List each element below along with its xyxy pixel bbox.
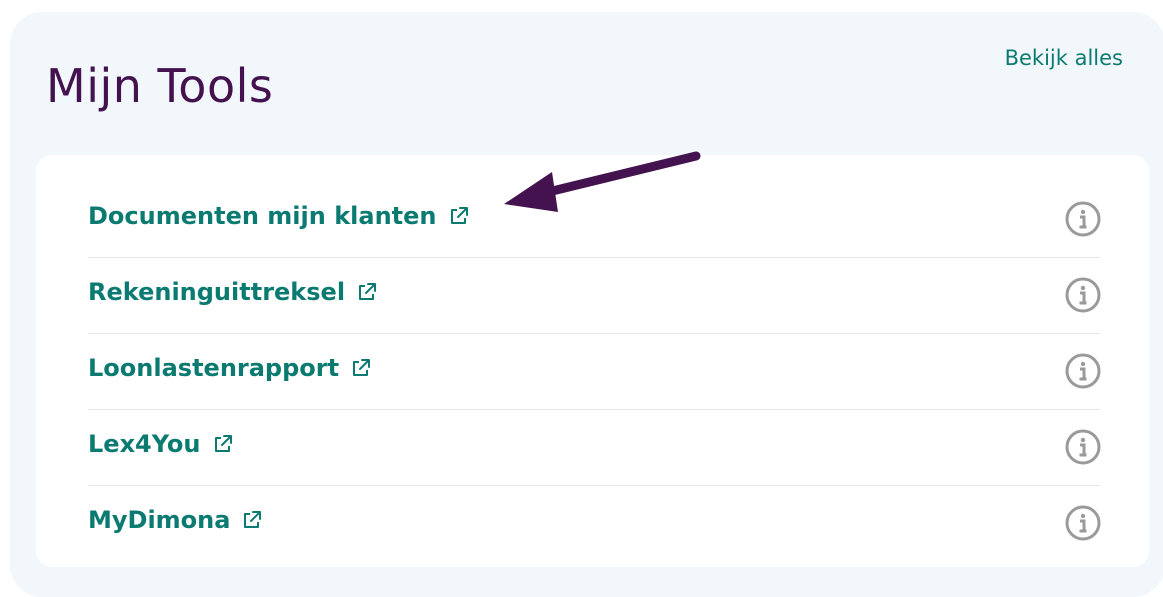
list-item: Rekeninguittreksel	[88, 258, 1102, 334]
tool-link-mydimona[interactable]: MyDimona	[88, 506, 262, 534]
external-link-icon	[244, 511, 262, 528]
page-title: Mijn Tools	[46, 59, 274, 113]
arrow-annotation	[504, 151, 701, 212]
tool-list: Documenten mijn klanten Rekeninguittreks…	[88, 182, 1102, 562]
info-icon[interactable]	[1064, 200, 1102, 238]
info-icon[interactable]	[1064, 276, 1102, 314]
tools-panel: Mijn Tools Bekijk alles Documenten mijn …	[10, 12, 1163, 597]
external-link-icon	[359, 283, 377, 300]
tool-link-loonlastenrapport[interactable]: Loonlastenrapport	[88, 354, 371, 382]
list-item: Lex4You	[88, 410, 1102, 486]
tool-link-rekeninguittreksel[interactable]: Rekeninguittreksel	[88, 278, 377, 306]
tool-label: Documenten mijn klanten	[88, 202, 437, 230]
external-link-icon	[450, 207, 468, 224]
info-icon[interactable]	[1064, 428, 1102, 466]
tool-link-lex4you[interactable]: Lex4You	[88, 430, 233, 458]
view-all-link[interactable]: Bekijk alles	[1005, 46, 1123, 70]
tool-label: Loonlastenrapport	[88, 354, 340, 382]
info-icon[interactable]	[1064, 352, 1102, 390]
list-item: MyDimona	[88, 486, 1102, 562]
list-item: Loonlastenrapport	[88, 334, 1102, 410]
tool-label: Lex4You	[88, 430, 201, 458]
external-link-icon	[214, 435, 232, 452]
tool-label: MyDimona	[88, 506, 231, 534]
external-link-icon	[353, 359, 371, 376]
info-icon[interactable]	[1064, 504, 1102, 542]
tool-link-documenten-mijn-klanten[interactable]: Documenten mijn klanten	[88, 202, 469, 230]
tool-label: Rekeninguittreksel	[88, 278, 346, 306]
